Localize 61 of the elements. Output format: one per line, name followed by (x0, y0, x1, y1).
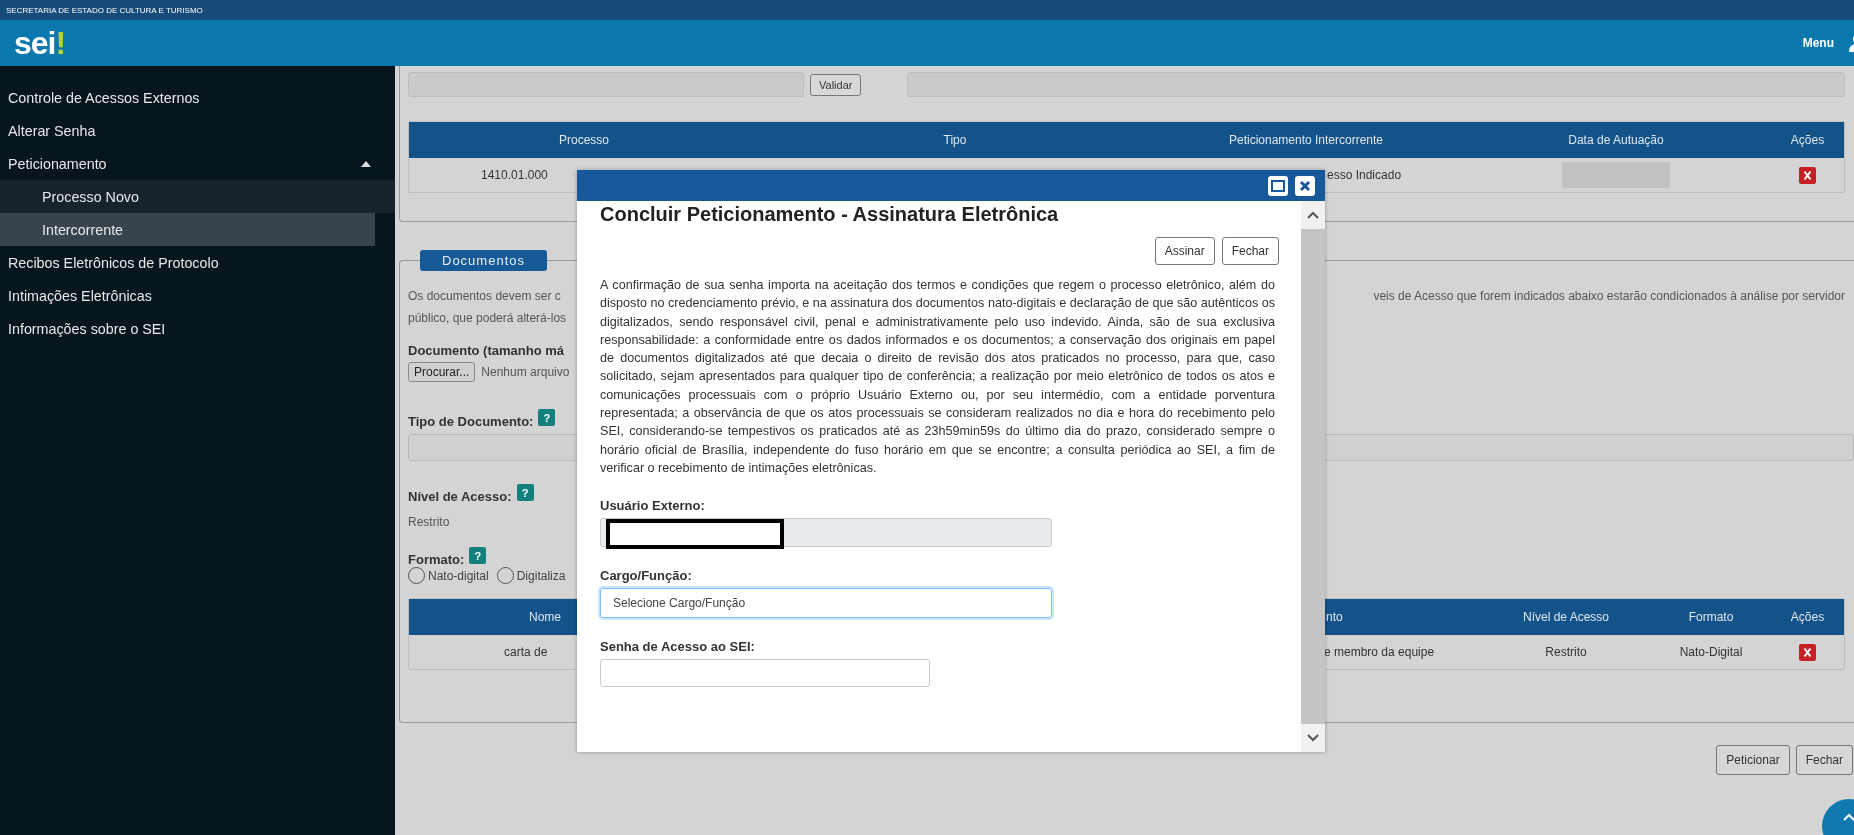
organization-name: SECRETARIA DE ESTADO DE CULTURA E TURISMO (6, 5, 203, 15)
field-label: Formato: (408, 552, 465, 567)
dialog-button[interactable]: Fechar (1221, 237, 1279, 265)
section-legend: Documentos (420, 250, 547, 271)
column-header: Processo (409, 122, 759, 158)
radio-label: Digitaliza (516, 568, 566, 583)
column-header: Data de Autuação (1461, 122, 1771, 158)
column-header: Peticionamento Intercorrente (1151, 122, 1461, 158)
field-label: Documento (tamanho má (408, 343, 564, 358)
dialog-button[interactable]: Assinar (1154, 237, 1215, 265)
action-button[interactable]: Fechar (1795, 745, 1853, 775)
chevron-down-icon[interactable] (1307, 734, 1319, 742)
help-icon[interactable]: ? (538, 409, 556, 426)
intro-text: veis de Acesso que forem indicados abaixo estarão condicionados à análise por servidor (1373, 288, 1845, 305)
sidebar-subitem[interactable]: Intercorrente (0, 213, 375, 246)
sidebar-item[interactable]: Recibos Eletrônicos de Protocolo (0, 246, 395, 279)
sei-logo[interactable]: sei! (14, 27, 66, 59)
table-cell: 1410.01.000 (481, 168, 548, 182)
help-icon[interactable]: ? (469, 547, 487, 564)
column-header: Ações (1771, 122, 1844, 158)
column-header: Tipo (759, 122, 1151, 158)
field-label: Cargo/Função: (600, 568, 693, 584)
table-cell: Restrito (1545, 645, 1587, 659)
column-header: Formato (1651, 599, 1771, 635)
field-label: Senha de Acesso ao SEI: (600, 639, 756, 655)
field-label: Usuário Externo: (600, 498, 706, 514)
sidebar-item[interactable]: Informações sobre o SEI (0, 312, 395, 345)
table-cell: e membro da equipe (1324, 645, 1435, 659)
sidebar-item[interactable]: Alterar Senha (0, 114, 395, 147)
maximize-icon[interactable] (1268, 175, 1288, 196)
validate-button[interactable]: Validar (810, 73, 862, 96)
sidebar-subitem[interactable]: Processo Novo (0, 180, 395, 213)
chevron-up-icon[interactable] (1307, 211, 1319, 219)
terms-paragraph: A confirmação de sua senha importa na aceitação dos termos e condições que regem o processo eletrônico, além do disposto no credenciamento prévio, e na assinatura dos documentos nato-digitais e declaração de que são autênticos os digitalizados, sendo responsável civil, penal e administrativamente pelo uso indevido. Ainda, são de sua exclusiva responsabilidade: a conformidade entre os dados informados e os documentos; a conservação dos originais em papel de documentos digitalizados até que decaia o direito de revisão dos atos praticados no processo, para que, caso solicitado, sejam apresentados para qualquer tipo de conferência; a realização por meio eletrônico de todos os atos e comunicações processuais com o próprio Usuário Externo ou, por seu intermédio, com a entidade porventura representada; a observância de que os atos processuais se consideram realizados no dia e hora do recebimento pelo SEI, considerando-se tempestivos os praticados até as 23h59min59s do último dia do prazo, considerado sempre o horário oficial de Brasília, independente do fuso horário em que se encontre; a consulta periódica ao SEI, a fim de verificar o recebimento de intimações eletrônicas. (600, 277, 1275, 477)
delete-icon[interactable] (1799, 166, 1816, 184)
delete-icon[interactable] (1799, 643, 1816, 661)
table-cell: Nato-Digital (1679, 645, 1743, 659)
intro-text: Os documentos devem ser c (408, 288, 561, 305)
close-icon[interactable] (1295, 175, 1315, 196)
column-header: Ações (1771, 599, 1844, 635)
browse-button[interactable]: Procurar... (408, 362, 476, 382)
action-button[interactable]: Peticionar (1716, 745, 1790, 775)
caret-icon[interactable] (361, 160, 371, 167)
table-cell: carta de (504, 645, 548, 659)
select-field[interactable]: Selecione Cargo/Função (600, 588, 1052, 619)
scrollbar[interactable] (1301, 201, 1325, 752)
intro-text: público, que poderá alterá-los (408, 310, 567, 327)
help-icon[interactable]: ? (516, 484, 534, 501)
access-level-value: Restrito (408, 515, 450, 529)
sidebar-item[interactable]: Intimações Eletrônicas (0, 279, 395, 312)
sidebar-item[interactable]: Controle de Acessos Externos (0, 81, 395, 114)
field-label: Tipo de Documento: (408, 414, 534, 429)
column-header: Nível de Acesso (1481, 599, 1651, 635)
table-cell: esso Indicado (1327, 168, 1402, 182)
radio-label: Nato-digital (428, 568, 489, 583)
field-label: Nível de Acesso: (408, 489, 512, 504)
password-field[interactable] (600, 659, 930, 688)
sidebar-item[interactable]: Peticionamento (0, 147, 395, 180)
file-status: Nenhum arquivo (481, 365, 570, 379)
menu-link[interactable]: Menu (1802, 36, 1834, 50)
dialog-title: Concluir Peticionamento - Assinatura Eletrônica (600, 203, 1060, 226)
